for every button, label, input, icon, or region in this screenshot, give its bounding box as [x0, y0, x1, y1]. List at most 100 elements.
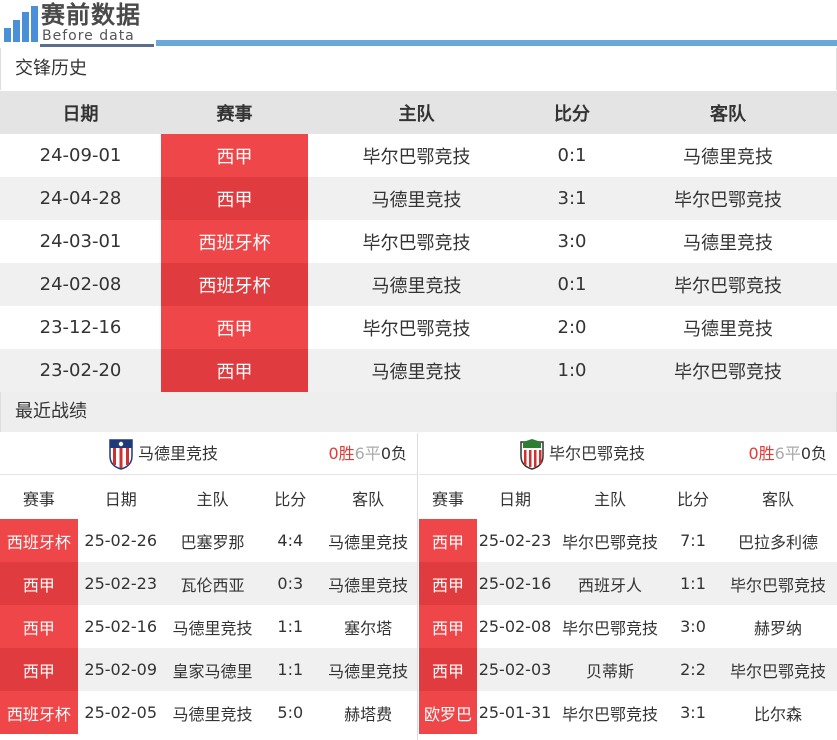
- col-away-header: 客队: [761, 489, 794, 509]
- competition-badge[interactable]: 西甲: [419, 648, 477, 691]
- competition-badge[interactable]: 西班牙杯: [161, 263, 308, 306]
- home-team[interactable]: 马德里竞技: [164, 691, 262, 734]
- competition-badge[interactable]: 西班牙杯: [0, 519, 78, 562]
- match-score[interactable]: 0:1: [525, 263, 619, 306]
- away-team[interactable]: 塞尔塔: [319, 605, 417, 648]
- recent-row: 西甲 25-02-23 瓦伦西亚 0:3 马德里竞技: [0, 562, 417, 605]
- match-date: 25-02-16: [84, 617, 158, 636]
- away-team[interactable]: 马德里竞技: [619, 220, 837, 263]
- match-score[interactable]: 1:1: [261, 648, 319, 691]
- match-score[interactable]: 0:3: [261, 562, 319, 605]
- draws-count: 6平: [774, 444, 801, 463]
- competition-badge[interactable]: 西甲: [0, 605, 78, 648]
- away-team[interactable]: 赫罗纳: [719, 605, 837, 648]
- logo-bars-icon: [4, 6, 38, 42]
- match-score[interactable]: 1:0: [525, 349, 619, 392]
- losses-count: 0负: [800, 444, 827, 463]
- competition-badge[interactable]: 西班牙杯: [0, 691, 78, 734]
- away-team[interactable]: 赫塔费: [319, 691, 417, 734]
- team-name-label: 马德里竞技: [138, 444, 219, 463]
- home-team[interactable]: 毕尔巴鄂竞技: [553, 519, 667, 562]
- col-comp-header: 赛事: [431, 489, 464, 509]
- competition-badge[interactable]: 西甲: [0, 648, 78, 691]
- match-score[interactable]: 5:0: [261, 691, 319, 734]
- col-home-header: 主队: [196, 489, 229, 509]
- match-date: 24-02-08: [39, 274, 122, 295]
- home-team[interactable]: 毕尔巴鄂竞技: [308, 134, 525, 177]
- team-name-label: 毕尔巴鄂竞技: [549, 444, 646, 463]
- match-score[interactable]: 3:0: [667, 605, 719, 648]
- h2h-row: 24-02-08 西班牙杯 马德里竞技 0:1 毕尔巴鄂竞技: [0, 263, 837, 306]
- away-team[interactable]: 马德里竞技: [319, 562, 417, 605]
- home-team[interactable]: 马德里竞技: [308, 177, 525, 220]
- competition-badge[interactable]: 西甲: [419, 519, 477, 562]
- match-date: 25-02-16: [478, 574, 552, 593]
- losses-count: 0负: [380, 444, 407, 463]
- away-team[interactable]: 巴拉多利德: [719, 519, 837, 562]
- home-team[interactable]: 巴塞罗那: [164, 519, 262, 562]
- col-date-header: 日期: [104, 489, 137, 509]
- away-team[interactable]: 毕尔巴鄂竞技: [719, 648, 837, 691]
- match-date: 25-02-26: [84, 531, 158, 550]
- recent-row: 西班牙杯 25-02-05 马德里竞技 5:0 赫塔费: [0, 691, 417, 734]
- away-team[interactable]: 马德里竞技: [319, 519, 417, 562]
- home-team[interactable]: 毕尔巴鄂竞技: [308, 220, 525, 263]
- logo-underline: [40, 44, 154, 47]
- match-score[interactable]: 0:1: [525, 134, 619, 177]
- col-comp-header: 赛事: [22, 489, 55, 509]
- away-team[interactable]: 马德里竞技: [619, 134, 837, 177]
- away-team[interactable]: 毕尔巴鄂竞技: [619, 263, 837, 306]
- away-team[interactable]: 毕尔巴鄂竞技: [719, 562, 837, 605]
- logo-title: 赛前数据: [41, 1, 141, 29]
- away-team[interactable]: 比尔森: [719, 691, 837, 734]
- competition-badge[interactable]: 西甲: [161, 177, 308, 220]
- team-bar: 马德里竞技 0胜6平0负: [0, 433, 417, 475]
- competition-badge[interactable]: 西甲: [419, 605, 477, 648]
- recent-row: 西甲 25-02-03 贝蒂斯 2:2 毕尔巴鄂竞技: [419, 648, 837, 691]
- team-record: 0胜6平0负: [328, 433, 407, 475]
- recent-section-title: 最近战绩: [0, 392, 837, 432]
- home-team[interactable]: 马德里竞技: [164, 605, 262, 648]
- match-score[interactable]: 3:0: [525, 220, 619, 263]
- page-header: 赛前数据 Before data: [0, 0, 837, 48]
- home-team[interactable]: 毕尔巴鄂竞技: [308, 306, 525, 349]
- recent-row: 西班牙杯 25-02-26 巴塞罗那 4:4 马德里竞技: [0, 519, 417, 562]
- home-team[interactable]: 西班牙人: [553, 562, 667, 605]
- match-score[interactable]: 2:0: [525, 306, 619, 349]
- away-team[interactable]: 毕尔巴鄂竞技: [619, 349, 837, 392]
- match-score[interactable]: 3:1: [667, 691, 719, 734]
- match-score[interactable]: 1:1: [667, 562, 719, 605]
- home-team[interactable]: 皇家马德里: [164, 648, 262, 691]
- away-team[interactable]: 马德里竞技: [619, 306, 837, 349]
- match-date: 24-03-01: [39, 231, 122, 252]
- match-score[interactable]: 1:1: [261, 605, 319, 648]
- home-team[interactable]: 马德里竞技: [308, 263, 525, 306]
- competition-badge[interactable]: 西甲: [161, 349, 308, 392]
- home-team[interactable]: 毕尔巴鄂竞技: [553, 691, 667, 734]
- match-score[interactable]: 2:2: [667, 648, 719, 691]
- team-name[interactable]: 毕尔巴鄂竞技: [519, 433, 645, 475]
- team-name[interactable]: 马德里竞技: [108, 433, 218, 475]
- competition-badge[interactable]: 西甲: [0, 562, 78, 605]
- competition-badge[interactable]: 西甲: [161, 134, 308, 177]
- home-team[interactable]: 马德里竞技: [308, 349, 525, 392]
- col-comp-header: 赛事: [216, 103, 253, 125]
- competition-badge[interactable]: 西甲: [161, 306, 308, 349]
- match-score[interactable]: 4:4: [261, 519, 319, 562]
- recent-table: 赛事 日期 主队 比分 客队 西班牙杯 25-02-26 巴塞罗那 4:4 马德里竞技西…: [0, 476, 417, 734]
- match-score[interactable]: 3:1: [525, 177, 619, 220]
- competition-badge[interactable]: 欧罗巴: [419, 691, 477, 734]
- col-home-header: 主队: [593, 489, 626, 509]
- competition-badge[interactable]: 西班牙杯: [161, 220, 308, 263]
- atletico-madrid-crest-icon: [109, 439, 133, 470]
- competition-badge[interactable]: 西甲: [419, 562, 477, 605]
- away-team[interactable]: 马德里竞技: [319, 648, 417, 691]
- away-team[interactable]: 毕尔巴鄂竞技: [619, 177, 837, 220]
- header-rule: [156, 40, 837, 46]
- home-team[interactable]: 贝蒂斯: [553, 648, 667, 691]
- home-team[interactable]: 毕尔巴鄂竞技: [553, 605, 667, 648]
- match-date: 25-02-03: [478, 660, 552, 679]
- match-score[interactable]: 7:1: [667, 519, 719, 562]
- match-date: 24-09-01: [39, 145, 122, 166]
- home-team[interactable]: 瓦伦西亚: [164, 562, 262, 605]
